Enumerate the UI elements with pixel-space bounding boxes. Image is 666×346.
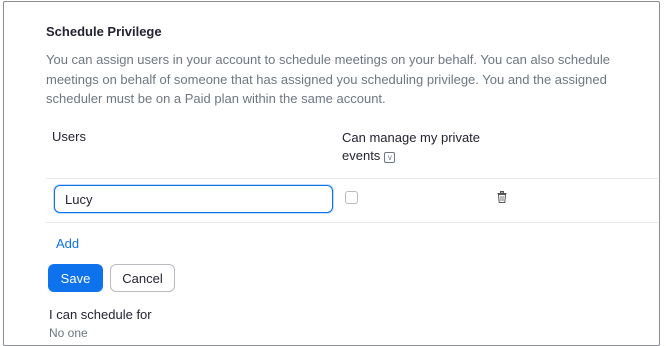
add-user-link[interactable]: Add: [56, 236, 79, 251]
column-header-users: Users: [52, 129, 86, 144]
section-title: Schedule Privilege: [46, 24, 162, 39]
table-header-divider: [46, 178, 658, 179]
info-icon[interactable]: v: [384, 152, 396, 163]
private-events-checkbox[interactable]: [345, 191, 358, 204]
column-header-private-events: Can manage my private events v: [342, 129, 512, 165]
private-events-label: Can manage my private events: [342, 130, 481, 163]
user-input[interactable]: [54, 185, 333, 213]
table-row-divider: [46, 222, 658, 223]
trash-icon[interactable]: [497, 191, 507, 203]
section-description: You can assign users in your account to …: [46, 52, 610, 106]
schedule-for-value: No one: [49, 326, 88, 340]
save-button[interactable]: Save: [48, 264, 103, 292]
schedule-for-label: I can schedule for: [49, 307, 152, 322]
cancel-button[interactable]: Cancel: [110, 264, 175, 292]
